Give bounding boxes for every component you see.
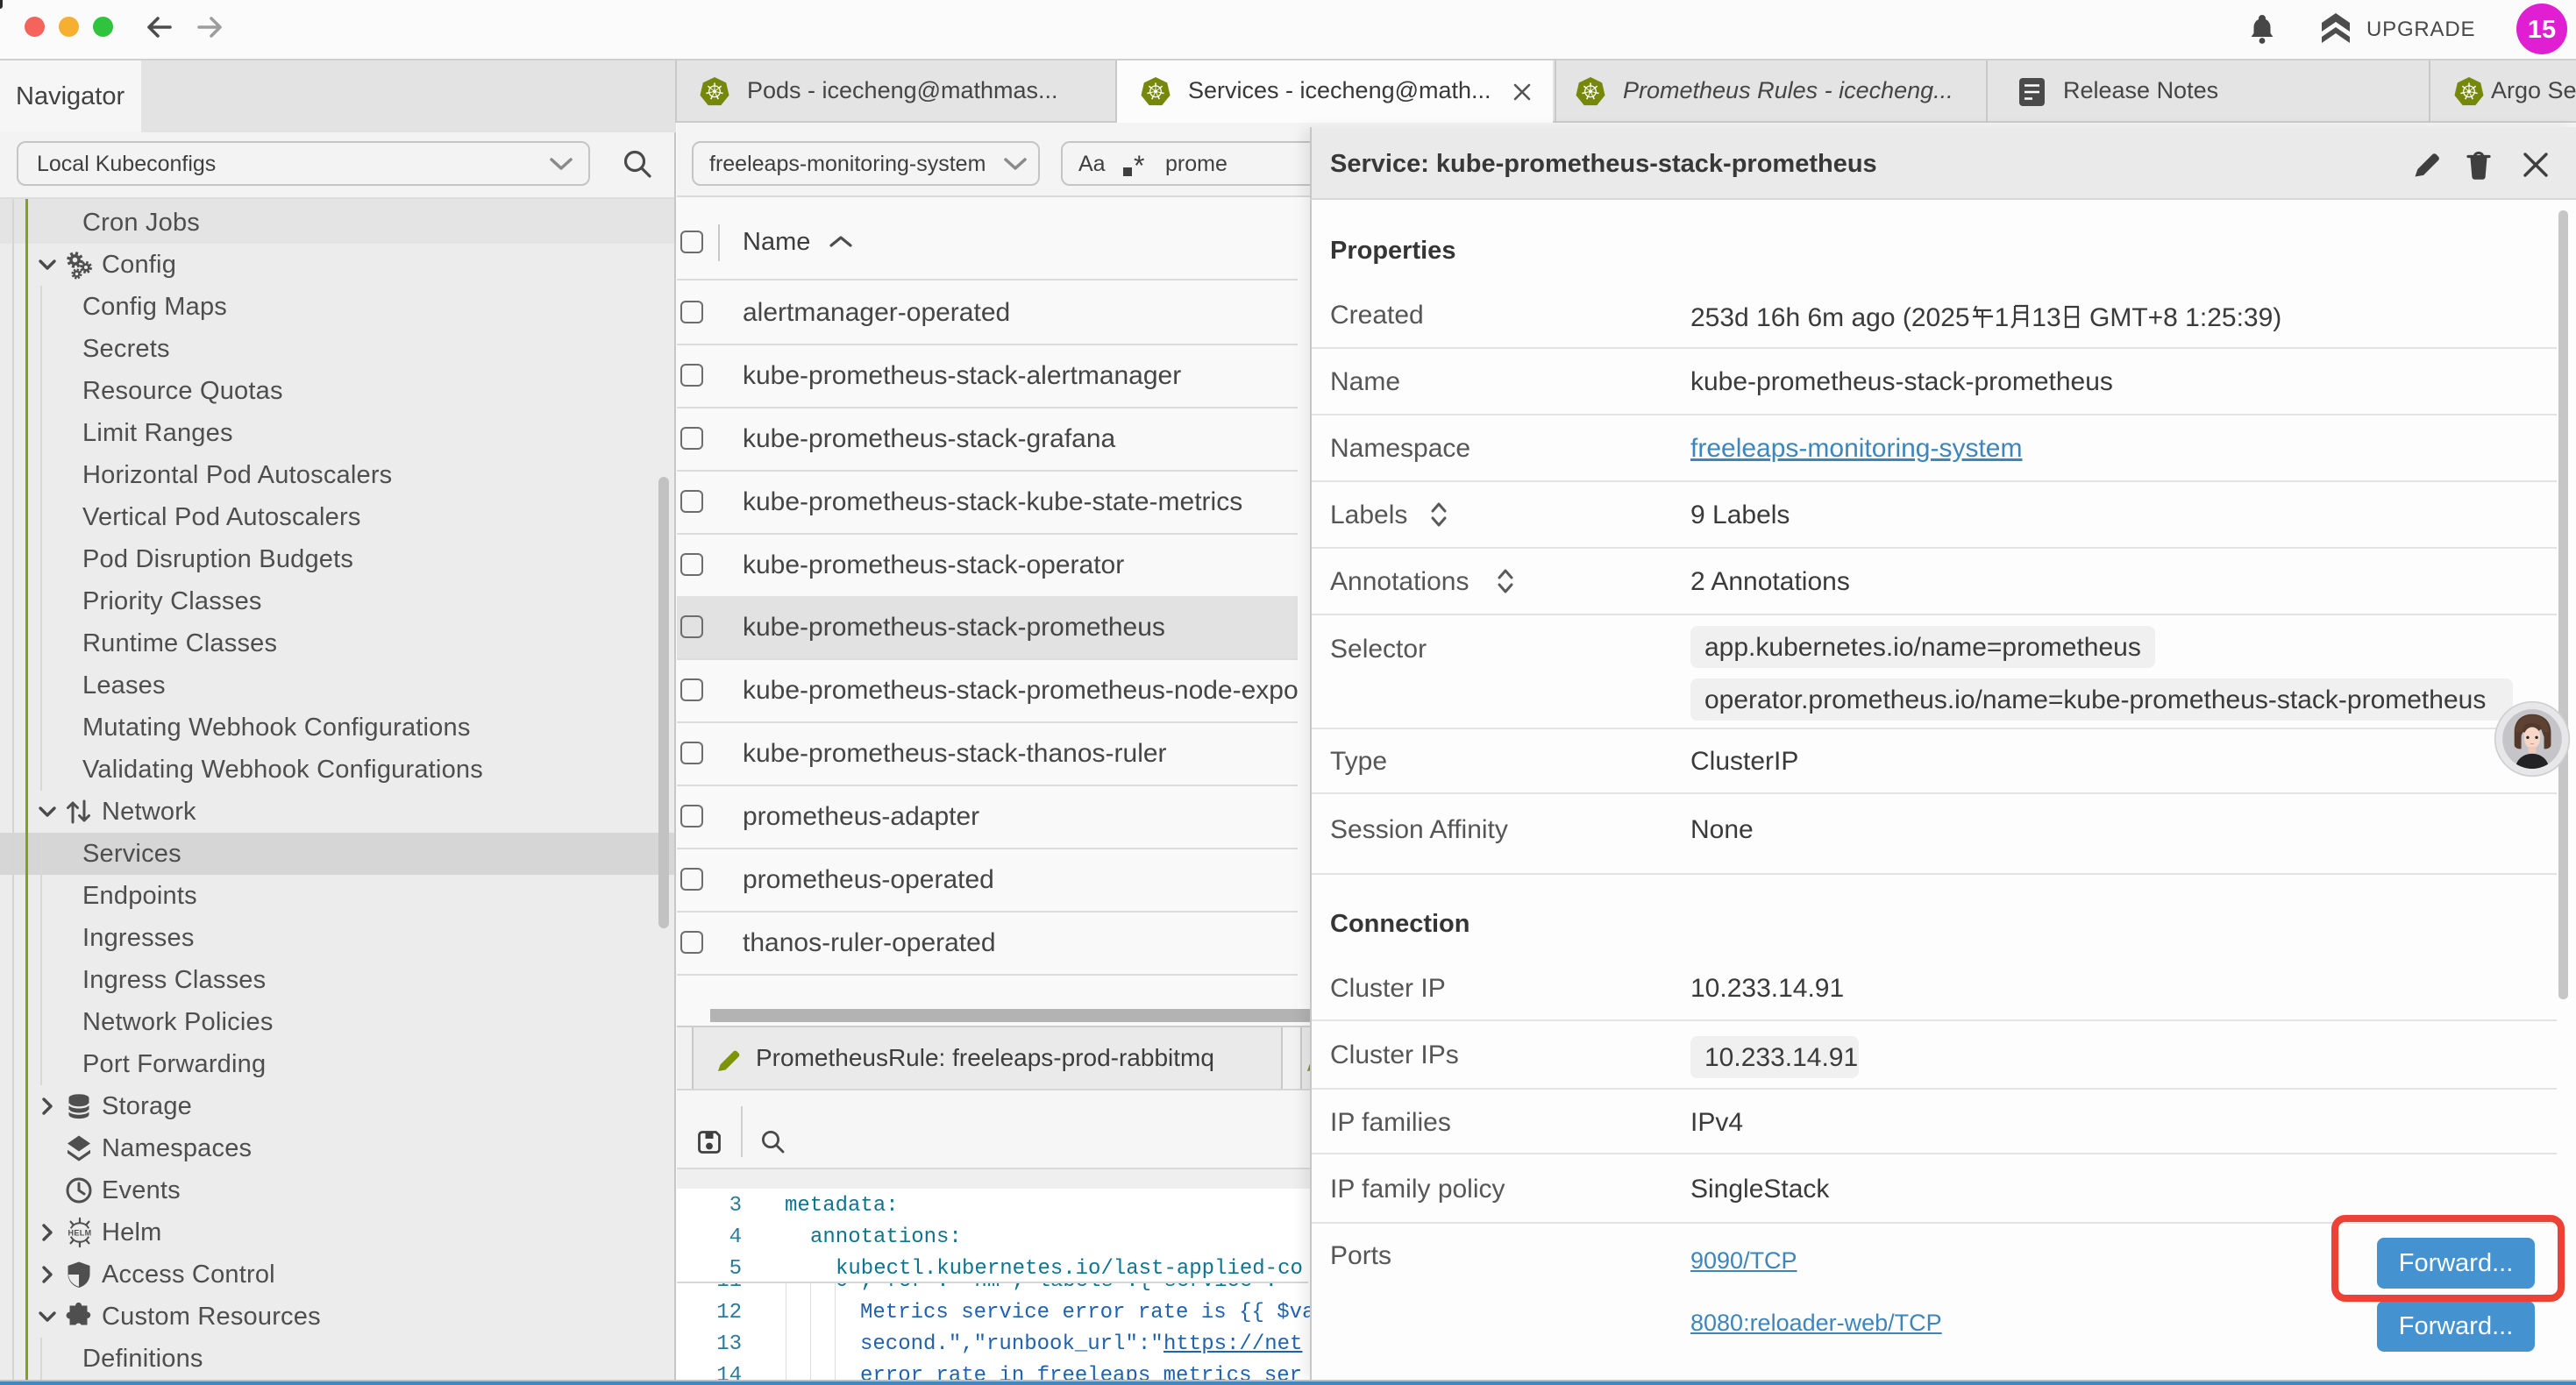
svg-text:HELM: HELM — [68, 1228, 91, 1237]
